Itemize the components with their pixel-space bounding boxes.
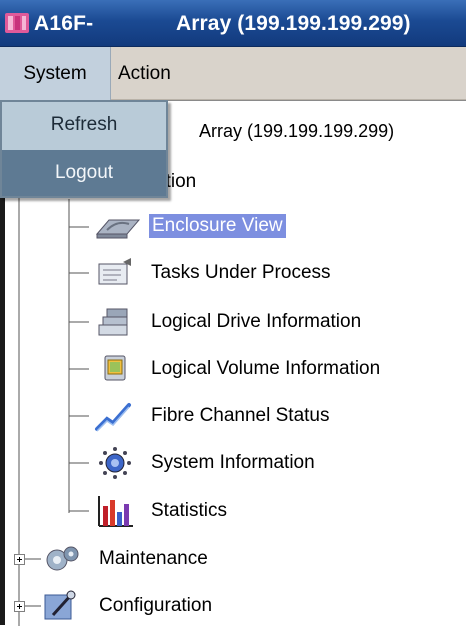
- tree-item-label: Statistics: [151, 500, 228, 521]
- system-info-icon: [99, 447, 131, 479]
- tree-item-label: Logical Drive Information: [151, 311, 362, 332]
- app-name: A16F-: [34, 12, 94, 35]
- tree-item-label: Fibre Channel Status: [151, 405, 330, 426]
- window-title: Array (199.199.199.299): [176, 12, 411, 35]
- system-menu-dropdown: Refresh Logout: [0, 100, 168, 198]
- tree-item-label: Enclosure View: [149, 214, 286, 238]
- logical-drive-icon: [98, 308, 128, 336]
- maintenance-expander[interactable]: [14, 554, 25, 565]
- statistics-icon: [98, 496, 133, 527]
- title-bar: A16F- Array (199.199.199.299): [0, 0, 466, 47]
- tasks-icon: [98, 258, 131, 285]
- fibre-channel-icon: [95, 403, 131, 432]
- enclosure-icon: [95, 219, 141, 239]
- logout-menu-item[interactable]: Logout: [2, 150, 166, 196]
- menu-system[interactable]: System: [0, 47, 111, 100]
- refresh-menu-item[interactable]: Refresh: [2, 102, 166, 148]
- logical-volume-icon: [104, 355, 126, 381]
- maintenance-icon: [46, 546, 79, 571]
- tree-item-label: Configuration: [99, 595, 213, 616]
- tree-root-array[interactable]: Array (199.199.199.299): [199, 121, 394, 142]
- tree-item-label: System Information: [151, 452, 315, 473]
- tree-item-label: Logical Volume Information: [151, 358, 381, 379]
- app-icon: [5, 13, 29, 33]
- configuration-expander[interactable]: [14, 601, 25, 612]
- menu-bar: System Action: [0, 47, 466, 100]
- menu-action[interactable]: Action: [116, 47, 171, 100]
- tree-item-label: Tasks Under Process: [151, 262, 331, 283]
- configuration-icon: [44, 590, 76, 620]
- tree-item-label: Maintenance: [99, 548, 208, 569]
